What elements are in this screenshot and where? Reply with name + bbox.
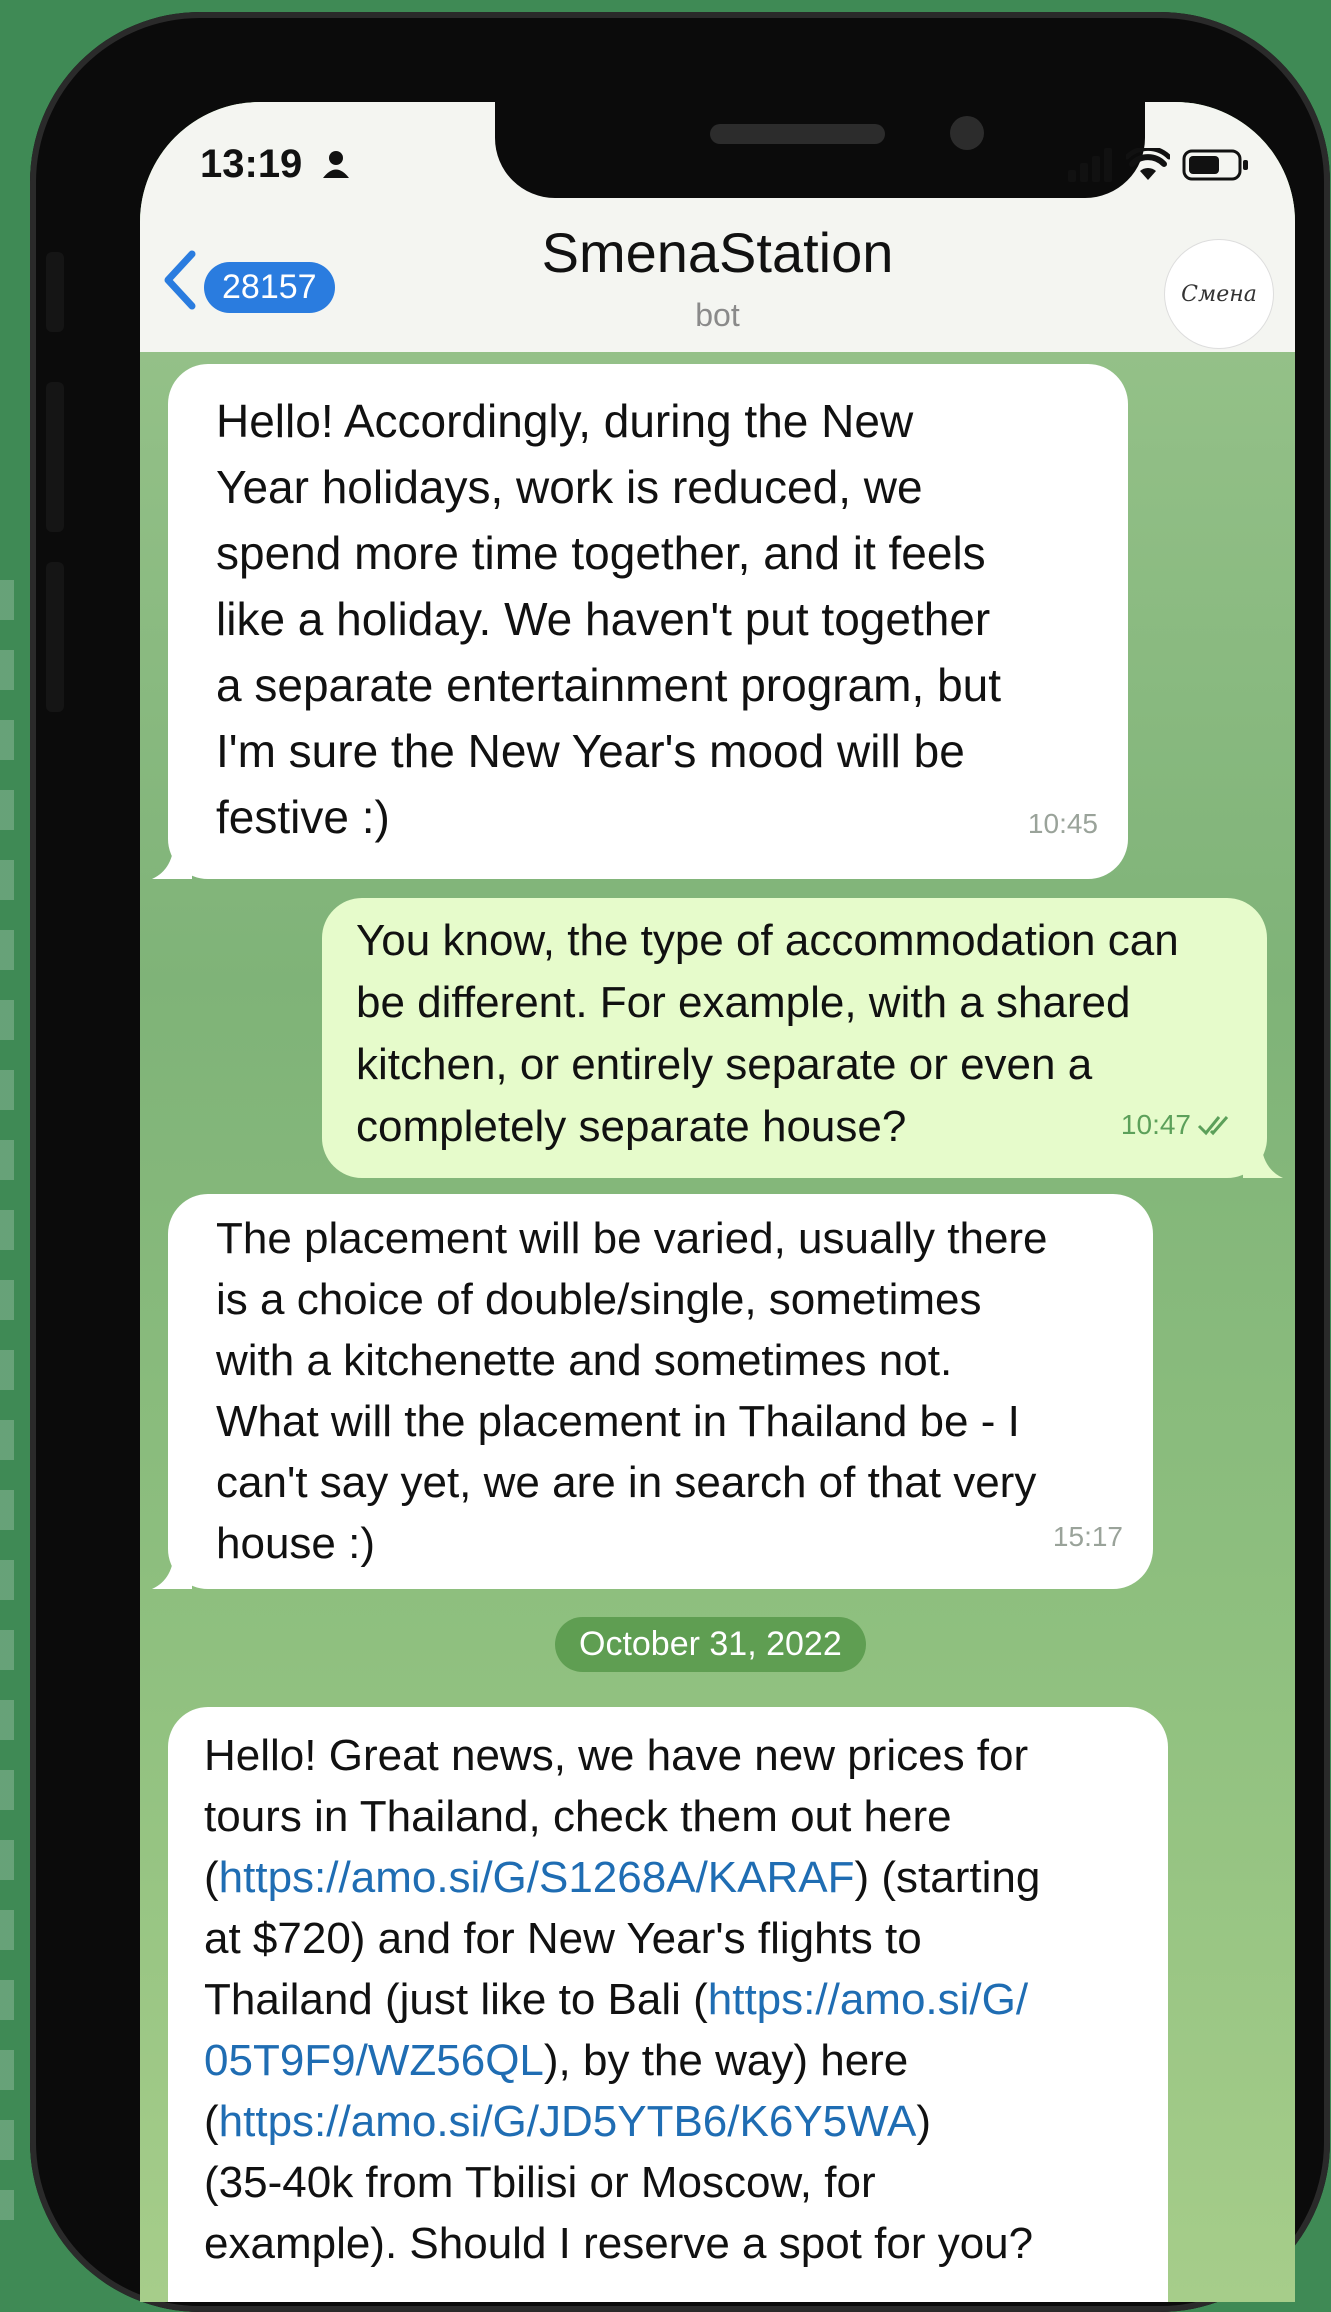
message-link[interactable]: https://amo.si/G/JD5YTB6/K6Y5WA (219, 2097, 917, 2146)
message-text: The placement will be varied, usually th… (216, 1214, 1048, 1568)
status-icons (1068, 145, 1250, 187)
bubble-tail (1243, 1138, 1283, 1178)
avatar-logo-text: Смена (1181, 281, 1257, 307)
message-text: Hello! Great news, we have new prices fo… (204, 1725, 1128, 2274)
message-time-text: 10:47 (1120, 1109, 1191, 1140)
date-separator: October 31, 2022 (555, 1617, 866, 1672)
bubble-tail (152, 1549, 192, 1589)
wifi-icon (1124, 145, 1172, 187)
chat-title[interactable]: SmenaStation (140, 220, 1295, 285)
camera (950, 116, 984, 150)
chat-subtitle: bot (695, 297, 740, 333)
signal-icon (1068, 148, 1114, 187)
side-button-volume-up (46, 382, 64, 532)
speaker (710, 124, 885, 144)
notch (495, 102, 1145, 198)
status-time: 13:19 (200, 142, 351, 189)
status-time-text: 13:19 (200, 142, 303, 186)
phone-frame: 13:19 28157 SmenaStation bot Смена Hello… (30, 12, 1330, 2312)
phone-screen: 13:19 28157 SmenaStation bot Смена Hello… (140, 102, 1295, 2302)
message-time: 15:17 (1052, 1521, 1123, 1552)
battery-icon (1182, 148, 1250, 187)
side-button-volume-down (46, 562, 64, 712)
side-button-mute (46, 252, 64, 332)
chat-header: 13:19 28157 SmenaStation bot Смена (140, 102, 1295, 352)
avatar[interactable]: Смена (1165, 240, 1273, 348)
message-bubble-incoming[interactable]: Hello! Great news, we have new prices fo… (168, 1707, 1168, 2302)
message-time: 10:47 (1121, 1094, 1237, 1156)
message-bubble-incoming[interactable]: The placement will be varied, usually th… (152, 1194, 1153, 1589)
message-text: Hello! Accordingly, during the New Year … (216, 395, 1002, 843)
bubble-tail (152, 839, 192, 879)
message-bubble-outgoing[interactable]: You know, the type of accommodation can … (322, 898, 1283, 1178)
background-decoration (0, 580, 14, 2220)
message-text: You know, the type of accommodation can … (356, 916, 1179, 1151)
message-time: 10:45 (1027, 808, 1098, 839)
message-link[interactable]: https://amo.si/G/S1268A/KARAF (219, 1853, 855, 1902)
double-check-icon (1197, 1116, 1229, 1136)
message-bubble-incoming[interactable]: Hello! Accordingly, during the New Year … (152, 364, 1128, 879)
person-icon (321, 144, 351, 189)
